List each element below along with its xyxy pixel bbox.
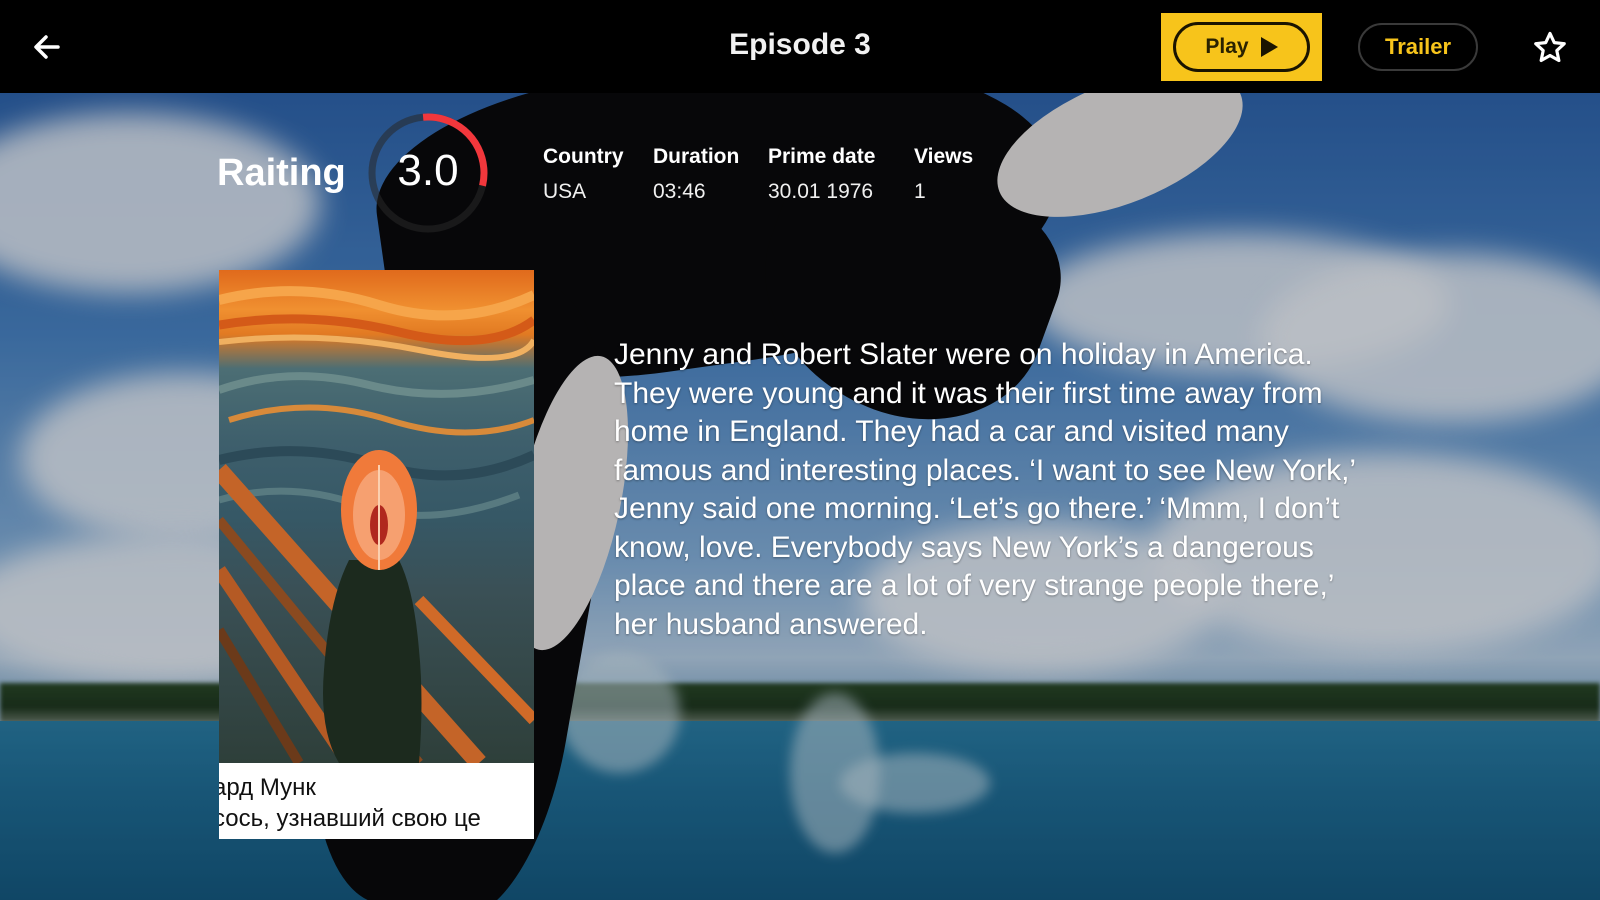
meta-key: Prime date — [768, 145, 876, 168]
meta-prime-date: Prime date 30.01 1976 — [768, 145, 875, 204]
arrow-left-icon — [34, 35, 60, 59]
meta-key: Views — [914, 145, 974, 168]
episode-poster: ард Мунк сось, узнавший свою це — [219, 270, 534, 839]
meta-views: Views 1 — [914, 145, 973, 204]
meta-value: 30.01 1976 — [768, 180, 874, 203]
meta-key: Country — [543, 145, 624, 168]
favorite-button[interactable] — [1531, 29, 1569, 67]
page-title: Episode 3 — [729, 28, 871, 61]
poster-image — [219, 270, 534, 763]
play-button[interactable]: Play — [1161, 13, 1322, 81]
back-button[interactable] — [26, 26, 68, 68]
poster-caption: ард Мунк сось, узнавший свою це — [219, 763, 534, 839]
meta-country: Country USA — [543, 145, 624, 204]
play-button-label: Play — [1205, 35, 1249, 58]
meta-duration: Duration 03:46 — [653, 145, 739, 204]
rating-value: 3.0 — [397, 146, 459, 195]
top-app-bar: Episode 3 Play Trailer — [0, 0, 1600, 93]
meta-value: 1 — [914, 180, 926, 203]
meta-value: 03:46 — [653, 180, 706, 203]
star-outline-icon — [1534, 31, 1566, 63]
trailer-button-label: Trailer — [1384, 34, 1452, 59]
episode-description: Jenny and Robert Slater were on holiday … — [614, 338, 1355, 641]
play-triangle-icon — [1260, 37, 1278, 57]
meta-key: Duration — [653, 145, 740, 168]
poster-caption-line: сось, узнавший свою це — [219, 805, 481, 832]
rating-label: Raiting — [217, 152, 346, 194]
meta-value: USA — [543, 180, 587, 203]
poster-caption-line: ард Мунк — [219, 774, 316, 801]
trailer-button[interactable]: Trailer — [1358, 23, 1478, 71]
